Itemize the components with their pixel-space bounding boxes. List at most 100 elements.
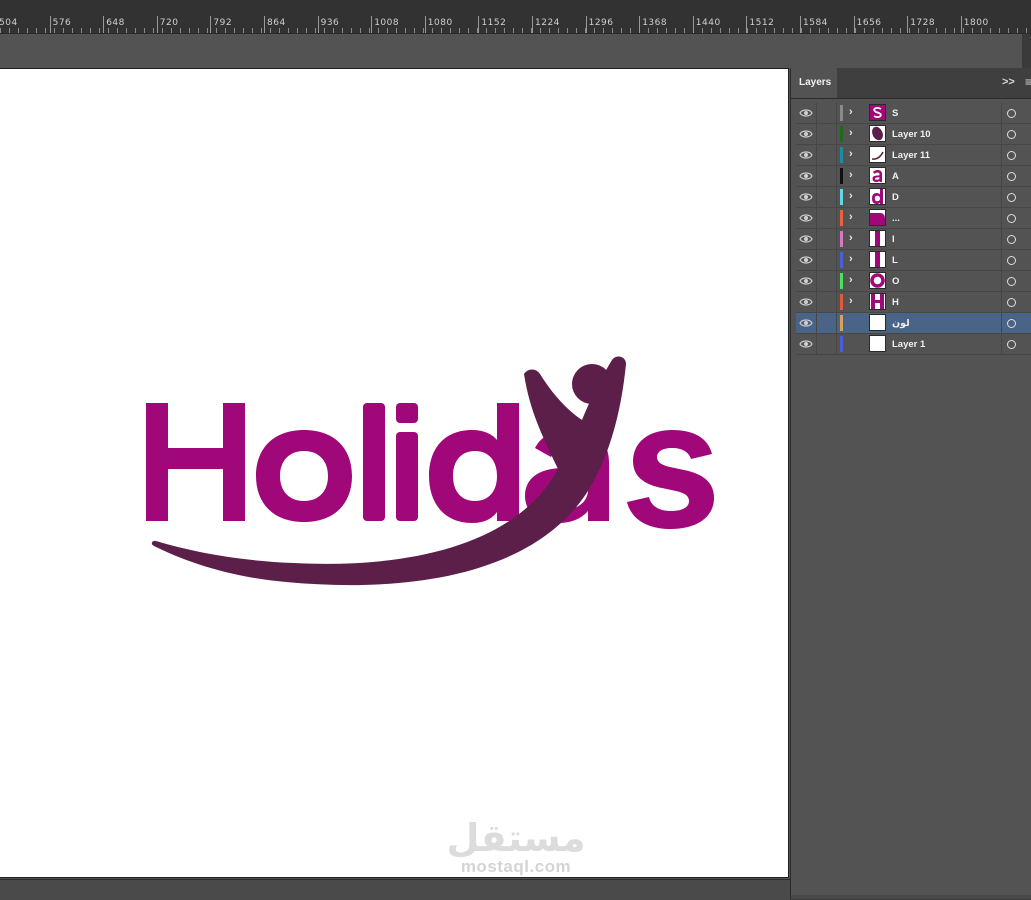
collapse-panel-icon[interactable]: >> <box>1002 76 1015 88</box>
target-circle-icon[interactable] <box>1007 277 1016 286</box>
layer-name[interactable]: O <box>892 276 899 287</box>
layer-row[interactable]: › D <box>796 187 1031 208</box>
target-circle-icon[interactable] <box>1007 151 1016 160</box>
target-circle-icon[interactable] <box>1007 256 1016 265</box>
layer-row[interactable]: › S <box>796 103 1031 124</box>
layer-row[interactable]: › L <box>796 250 1031 271</box>
ruler-label: 1152 <box>481 18 507 28</box>
expand-chevron-icon[interactable]: › <box>849 295 853 307</box>
expand-chevron-icon[interactable]: › <box>849 169 853 181</box>
tab-layers[interactable]: Layers <box>791 68 837 98</box>
column-divider <box>816 229 817 249</box>
layer-color-swatch <box>840 105 843 121</box>
ruler-major-tick <box>103 16 105 33</box>
vertical-scrollbar[interactable] <box>1022 34 1031 68</box>
ruler-major-tick <box>585 16 587 33</box>
visibility-eye-icon[interactable] <box>799 212 813 224</box>
watermark: مستقل mostaql.com <box>446 818 586 880</box>
ruler-label: 1296 <box>588 18 614 28</box>
layer-name[interactable]: لون <box>892 318 910 329</box>
expand-chevron-icon[interactable]: › <box>849 127 853 139</box>
layer-row[interactable]: › H <box>796 292 1031 313</box>
layer-row[interactable]: › A <box>796 166 1031 187</box>
target-circle-icon[interactable] <box>1007 235 1016 244</box>
column-divider <box>1001 208 1002 228</box>
layer-color-swatch <box>840 315 843 331</box>
layer-name[interactable]: I <box>892 234 895 245</box>
ruler-major-tick <box>156 16 158 33</box>
target-circle-icon[interactable] <box>1007 214 1016 223</box>
column-divider <box>1001 292 1002 312</box>
layer-row[interactable]: › Layer 10 <box>796 124 1031 145</box>
visibility-eye-icon[interactable] <box>799 170 813 182</box>
layer-name[interactable]: A <box>892 171 899 182</box>
layer-row[interactable]: ›... <box>796 208 1031 229</box>
column-divider <box>1001 166 1002 186</box>
column-divider <box>836 145 837 165</box>
layer-color-swatch <box>840 231 843 247</box>
layers-panel: Layers >> ≡ › S › Layer 10 › Layer 11 › A › D ›...… <box>790 68 1031 899</box>
layer-name[interactable]: L <box>892 255 898 266</box>
expand-chevron-icon[interactable]: › <box>849 148 853 160</box>
visibility-eye-icon[interactable] <box>799 254 813 266</box>
layer-row[interactable]: › Layer 11 <box>796 145 1031 166</box>
column-divider <box>816 124 817 144</box>
column-divider <box>816 271 817 291</box>
target-circle-icon[interactable] <box>1007 193 1016 202</box>
expand-chevron-icon[interactable]: › <box>849 211 853 223</box>
column-divider <box>1001 334 1002 354</box>
ruler-label: 1368 <box>642 18 668 28</box>
column-divider <box>1001 313 1002 333</box>
ruler-major-tick <box>639 16 641 33</box>
visibility-eye-icon[interactable] <box>799 149 813 161</box>
target-circle-icon[interactable] <box>1007 109 1016 118</box>
visibility-eye-icon[interactable] <box>799 275 813 287</box>
letter-d <box>429 403 519 523</box>
ruler-label: 1224 <box>535 18 560 28</box>
logo-letters <box>146 403 714 529</box>
layer-name[interactable]: Layer 11 <box>892 150 930 161</box>
layer-row[interactable]: Layer 1 <box>796 334 1031 355</box>
ruler-major-tick <box>960 16 962 33</box>
ruler-major-tick <box>478 16 480 33</box>
column-divider <box>1001 145 1002 165</box>
layer-row[interactable]: لون <box>796 313 1031 334</box>
target-circle-icon[interactable] <box>1007 172 1016 181</box>
expand-chevron-icon[interactable]: › <box>849 106 853 118</box>
layer-name[interactable]: S <box>892 108 898 119</box>
visibility-eye-icon[interactable] <box>799 191 813 203</box>
ruler-major-tick <box>746 16 748 33</box>
layer-name[interactable]: ... <box>892 213 900 224</box>
layer-name[interactable]: Layer 10 <box>892 129 931 140</box>
column-divider <box>816 166 817 186</box>
layer-name[interactable]: Layer 1 <box>892 339 925 350</box>
expand-chevron-icon[interactable]: › <box>849 253 853 265</box>
expand-chevron-icon[interactable]: › <box>849 190 853 202</box>
target-circle-icon[interactable] <box>1007 298 1016 307</box>
expand-chevron-icon[interactable]: › <box>849 232 853 244</box>
visibility-eye-icon[interactable] <box>799 128 813 140</box>
ruler-label: 1728 <box>910 18 936 28</box>
layer-thumbnail <box>869 251 886 268</box>
horizontal-ruler[interactable]: 504 576 648 720 792 864 936 1008 1080 1152 1224 129… <box>0 0 1031 34</box>
visibility-eye-icon[interactable] <box>799 107 813 119</box>
column-divider <box>816 292 817 312</box>
visibility-eye-icon[interactable] <box>799 338 813 350</box>
layer-name[interactable]: H <box>892 297 899 308</box>
ruler-label: 720 <box>159 18 179 28</box>
holidays-logo[interactable] <box>140 350 720 600</box>
target-circle-icon[interactable] <box>1007 319 1016 328</box>
visibility-eye-icon[interactable] <box>799 296 813 308</box>
target-circle-icon[interactable] <box>1007 130 1016 139</box>
panel-footer <box>791 895 1031 899</box>
layer-name[interactable]: D <box>892 192 899 203</box>
visibility-eye-icon[interactable] <box>799 233 813 245</box>
panel-menu-icon[interactable]: ≡ <box>1025 75 1031 89</box>
layer-color-swatch <box>840 336 843 352</box>
expand-chevron-icon[interactable]: › <box>849 274 853 286</box>
layer-row[interactable]: › O <box>796 271 1031 292</box>
column-divider <box>836 187 837 207</box>
target-circle-icon[interactable] <box>1007 340 1016 349</box>
layer-row[interactable]: › I <box>796 229 1031 250</box>
visibility-eye-icon[interactable] <box>799 317 813 329</box>
